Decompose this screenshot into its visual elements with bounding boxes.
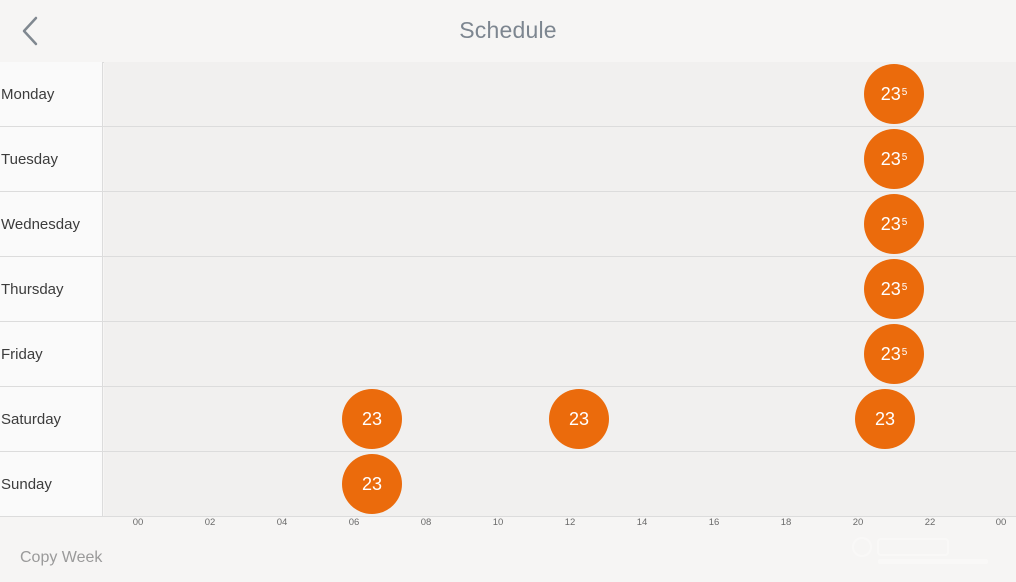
time-tick-label: 00: [132, 517, 144, 528]
day-row-friday: Friday 23 5: [0, 322, 1016, 387]
day-row-wednesday: Wednesday 23 5: [0, 192, 1016, 257]
day-row-tuesday: Tuesday 23 5: [0, 127, 1016, 192]
time-tick-label: 14: [636, 517, 648, 528]
setpoint-temperature: 23: [874, 408, 896, 429]
setpoint-temperature: 23: [361, 408, 383, 429]
temperature-setpoint[interactable]: 23 5: [864, 64, 924, 124]
day-row-sunday: Sunday 23: [0, 452, 1016, 517]
setpoint-decimal: 5: [901, 217, 908, 228]
time-tick-label: 06: [348, 517, 360, 528]
schedule-grid: Monday 23 5 Tuesday 23 5 Wednesday 23 5 Thursday 2…: [0, 62, 1016, 517]
temperature-setpoint[interactable]: 23 5: [864, 259, 924, 319]
temperature-setpoint[interactable]: 23: [549, 389, 609, 449]
day-label[interactable]: Wednesday: [0, 192, 103, 256]
setpoint-decimal: 5: [901, 347, 908, 358]
time-tick-label: 22: [924, 517, 936, 528]
setpoint-temperature: 23: [880, 343, 901, 364]
day-label[interactable]: Monday: [0, 62, 103, 126]
day-row-saturday: Saturday 23 23 23: [0, 387, 1016, 452]
time-tick-label: 08: [420, 517, 432, 528]
temperature-setpoint[interactable]: 23: [855, 389, 915, 449]
time-tick-label: 10: [492, 517, 504, 528]
temperature-setpoint[interactable]: 23 5: [864, 194, 924, 254]
day-label[interactable]: Thursday: [0, 257, 103, 321]
page-title: Schedule: [459, 17, 557, 43]
setpoint-decimal: 5: [901, 87, 908, 98]
day-row-monday: Monday 23 5: [0, 62, 1016, 127]
setpoint-decimal: 5: [901, 282, 908, 293]
day-row-thursday: Thursday 23 5: [0, 257, 1016, 322]
setpoint-temperature: 23: [880, 148, 901, 169]
setpoint-temperature: 23: [568, 408, 590, 429]
day-timeline[interactable]: [104, 452, 1016, 516]
time-tick-label: 12: [564, 517, 576, 528]
temperature-setpoint[interactable]: 23: [342, 389, 402, 449]
time-tick-label: 02: [204, 517, 216, 528]
time-tick-label: 00: [995, 517, 1007, 528]
copy-week-button[interactable]: Copy Week: [20, 549, 102, 567]
header-bar: Schedule: [0, 0, 1016, 63]
time-tick-label: 18: [780, 517, 792, 528]
setpoint-temperature: 23: [880, 83, 901, 104]
setpoint-temperature: 23: [361, 473, 383, 494]
day-label[interactable]: Tuesday: [0, 127, 103, 191]
temperature-setpoint[interactable]: 23: [342, 454, 402, 514]
time-tick-label: 20: [852, 517, 864, 528]
watermark-logo: [852, 537, 988, 564]
day-label[interactable]: Friday: [0, 322, 103, 386]
time-tick-label: 16: [708, 517, 720, 528]
setpoint-temperature: 23: [880, 213, 901, 234]
setpoint-temperature: 23: [880, 278, 901, 299]
time-axis: 00 02 04 06 08 10 12 14 16 18 20 22 00: [0, 517, 1016, 531]
time-tick-label: 04: [276, 517, 288, 528]
day-label[interactable]: Saturday: [0, 387, 103, 451]
day-label[interactable]: Sunday: [0, 452, 103, 516]
setpoint-decimal: 5: [901, 152, 908, 163]
temperature-setpoint[interactable]: 23 5: [864, 324, 924, 384]
temperature-setpoint[interactable]: 23 5: [864, 129, 924, 189]
